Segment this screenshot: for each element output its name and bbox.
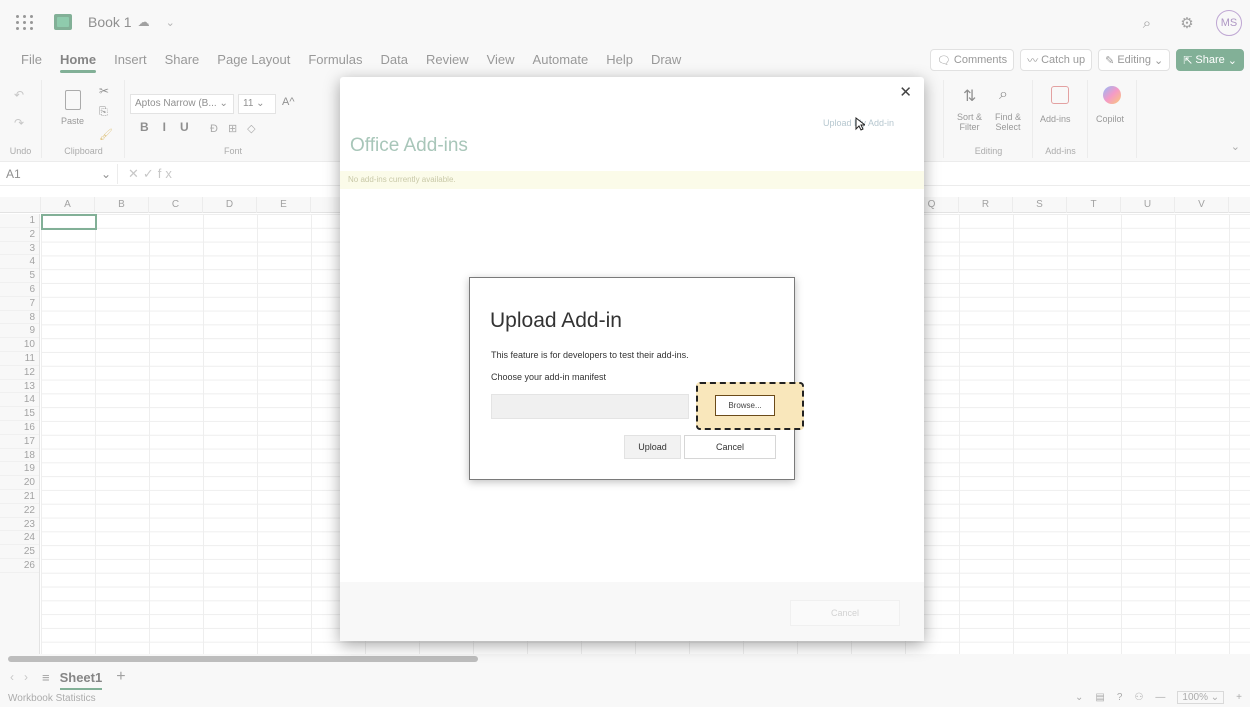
addins-cancel-button[interactable]: Cancel [790,600,900,626]
addins-dialog-title: Office Add-ins [350,135,468,156]
no-addins-banner: No add-ins currently available. [340,171,924,189]
upload-dialog-description: This feature is for developers to test t… [491,350,689,360]
cancel-button[interactable]: Cancel [684,435,776,459]
upload-addin-dialog: Upload Add-in This feature is for develo… [469,277,804,480]
manifest-label: Choose your add-in manifest [491,372,607,382]
close-icon[interactable]: ✕ [899,83,912,101]
browse-button[interactable]: Browse... [715,395,775,416]
upload-dialog-title: Upload Add-in [490,309,622,332]
mouse-cursor-icon [855,117,865,131]
manifest-file-field[interactable] [491,394,689,419]
upload-button[interactable]: Upload [624,435,681,459]
addins-dialog-footer: Cancel [340,582,924,641]
